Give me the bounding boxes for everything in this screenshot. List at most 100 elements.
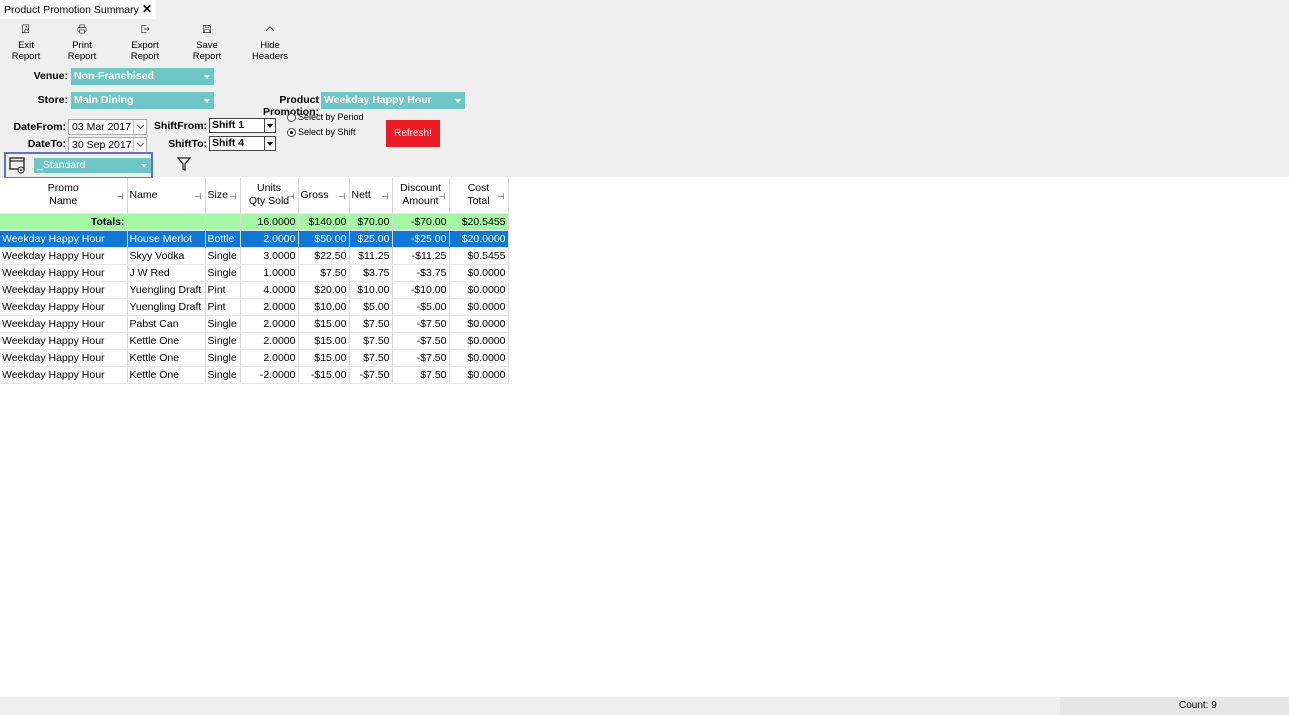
table-row[interactable]: Weekday Happy Hour Skyy Vodka Single 3.0000… xyxy=(0,247,509,265)
table-cell[interactable]: $7.50 xyxy=(392,366,450,384)
table-cell[interactable]: Yuengling Draft xyxy=(127,281,206,299)
select-by-period-radio[interactable]: Select by Period xyxy=(287,112,364,122)
table-cell[interactable]: -$15.00 xyxy=(298,366,350,384)
table-cell[interactable]: Pint xyxy=(205,281,241,299)
table-cell[interactable]: Weekday Happy Hour xyxy=(0,247,128,265)
pin-icon[interactable]: ⊣ xyxy=(439,190,446,203)
table-cell[interactable]: $0.0000 xyxy=(449,315,509,333)
column-header[interactable]: Size ⊣ xyxy=(205,178,241,214)
table-cell[interactable]: 2.0000 xyxy=(240,315,299,333)
table-row[interactable]: Weekday Happy Hour J W Red Single 1.0000 $7.… xyxy=(0,264,509,282)
table-cell[interactable]: $0.0000 xyxy=(449,349,509,367)
table-cell[interactable]: Single xyxy=(205,332,241,350)
table-cell[interactable]: $0.0000 xyxy=(449,264,509,282)
table-cell[interactable]: Pabst Can xyxy=(127,315,206,333)
table-cell[interactable]: $50.00 xyxy=(298,230,350,248)
table-row[interactable]: Weekday Happy Hour Kettle One Single -2.000… xyxy=(0,366,509,384)
table-cell[interactable]: Weekday Happy Hour xyxy=(0,349,128,367)
print-report-button[interactable]: Print Report xyxy=(58,24,106,62)
table-cell[interactable]: Single xyxy=(205,366,241,384)
table-cell[interactable]: Single xyxy=(205,247,241,265)
datefrom-field[interactable]: 03 Mar 2017 xyxy=(68,119,147,135)
table-cell[interactable]: -$5.00 xyxy=(392,298,450,316)
table-cell[interactable]: Kettle One xyxy=(127,366,206,384)
venue-select[interactable]: Non-Franchised xyxy=(71,68,214,85)
table-cell[interactable]: 2.0000 xyxy=(240,298,299,316)
column-header[interactable]: Gross ⊣ xyxy=(298,178,350,214)
product-promotion-select[interactable]: Weekday Happy Hour xyxy=(321,92,465,109)
table-cell[interactable]: Weekday Happy Hour xyxy=(0,298,128,316)
table-row[interactable]: Weekday Happy Hour Yuengling Draft Pint 2.0… xyxy=(0,298,509,316)
table-cell[interactable]: $3.75 xyxy=(349,264,393,282)
table-cell[interactable]: Weekday Happy Hour xyxy=(0,264,128,282)
table-cell[interactable]: Yuengling Draft xyxy=(127,298,206,316)
shiftto-select[interactable]: Shift 4 xyxy=(209,136,276,151)
table-row[interactable]: Weekday Happy Hour Kettle One Single 2.0000… xyxy=(0,349,509,367)
column-header[interactable]: Promo Name ⊣ xyxy=(0,178,128,214)
table-cell[interactable]: $7.50 xyxy=(349,349,393,367)
column-header[interactable]: Nett ⊣ xyxy=(349,178,393,214)
table-cell[interactable]: $7.50 xyxy=(349,315,393,333)
table-cell[interactable]: 1.0000 xyxy=(240,264,299,282)
table-cell[interactable]: -$7.50 xyxy=(392,332,450,350)
pin-icon[interactable]: ⊣ xyxy=(339,190,346,203)
table-cell[interactable]: $0.0000 xyxy=(449,332,509,350)
table-cell[interactable]: $15.00 xyxy=(298,349,350,367)
table-cell[interactable]: $22.50 xyxy=(298,247,350,265)
filter-icon[interactable] xyxy=(177,157,191,171)
pin-icon[interactable]: ⊣ xyxy=(195,190,202,203)
table-cell[interactable]: Weekday Happy Hour xyxy=(0,315,128,333)
column-header[interactable]: Cost Total ⊣ xyxy=(449,178,509,214)
table-row[interactable]: Weekday Happy Hour House Merlot Bottle 2.00… xyxy=(0,230,509,248)
table-cell[interactable]: -$7.50 xyxy=(349,366,393,384)
table-cell[interactable]: $0.5455 xyxy=(449,247,509,265)
table-cell[interactable]: $0.0000 xyxy=(449,298,509,316)
export-report-button[interactable]: Export Report xyxy=(117,24,173,62)
table-cell[interactable]: $11.25 xyxy=(349,247,393,265)
table-cell[interactable]: $0.0000 xyxy=(449,281,509,299)
table-cell[interactable]: Single xyxy=(205,315,241,333)
store-select[interactable]: Main Dining xyxy=(71,92,214,109)
table-cell[interactable]: 2.0000 xyxy=(240,332,299,350)
layout-view-icon[interactable] xyxy=(9,157,27,174)
table-cell[interactable]: Single xyxy=(205,264,241,282)
table-cell[interactable]: -2.0000 xyxy=(240,366,299,384)
table-cell[interactable]: $15.00 xyxy=(298,332,350,350)
table-cell[interactable]: Weekday Happy Hour xyxy=(0,332,128,350)
table-row[interactable]: Weekday Happy Hour Kettle One Single 2.0000… xyxy=(0,332,509,350)
table-cell[interactable]: $15.00 xyxy=(298,315,350,333)
table-cell[interactable]: $20.0000 xyxy=(449,230,509,248)
pin-icon[interactable]: ⊣ xyxy=(498,190,505,203)
table-cell[interactable]: Bottle xyxy=(205,230,241,248)
table-cell[interactable]: $5.00 xyxy=(349,298,393,316)
column-header[interactable]: Discount Amount ⊣ xyxy=(392,178,450,214)
tab-product-promotion-summary[interactable]: Product Promotion Summary ✕ xyxy=(0,0,156,19)
shiftfrom-select[interactable]: Shift 1 xyxy=(209,118,276,133)
table-cell[interactable]: -$7.50 xyxy=(392,315,450,333)
calendar-dropdown-icon[interactable] xyxy=(133,120,146,134)
exit-report-button[interactable]: Exit Report xyxy=(4,24,48,62)
table-cell[interactable]: Weekday Happy Hour xyxy=(0,230,128,248)
table-cell[interactable]: -$25.00 xyxy=(392,230,450,248)
select-by-shift-radio[interactable]: Select by Shift xyxy=(287,127,356,137)
table-cell[interactable]: 3.0000 xyxy=(240,247,299,265)
table-cell[interactable]: Skyy Vodka xyxy=(127,247,206,265)
table-cell[interactable]: 2.0000 xyxy=(240,230,299,248)
pin-icon[interactable]: ⊣ xyxy=(117,190,124,203)
pin-icon[interactable]: ⊣ xyxy=(288,190,295,203)
table-cell[interactable]: Single xyxy=(205,349,241,367)
pin-icon[interactable]: ⊣ xyxy=(382,190,389,203)
table-cell[interactable]: -$10.00 xyxy=(392,281,450,299)
hide-headers-button[interactable]: Hide Headers xyxy=(243,24,297,62)
calendar-dropdown-icon[interactable] xyxy=(133,138,146,152)
pin-icon[interactable]: ⊣ xyxy=(230,190,237,203)
table-cell[interactable]: -$11.25 xyxy=(392,247,450,265)
table-row[interactable]: Weekday Happy Hour Yuengling Draft Pint 4.0… xyxy=(0,281,509,299)
close-icon[interactable]: ✕ xyxy=(142,2,152,16)
table-cell[interactable]: 2.0000 xyxy=(240,349,299,367)
table-cell[interactable]: $20.00 xyxy=(298,281,350,299)
table-cell[interactable]: $25.00 xyxy=(349,230,393,248)
table-cell[interactable]: Kettle One xyxy=(127,349,206,367)
table-cell[interactable]: Pint xyxy=(205,298,241,316)
table-cell[interactable]: $0.0000 xyxy=(449,366,509,384)
